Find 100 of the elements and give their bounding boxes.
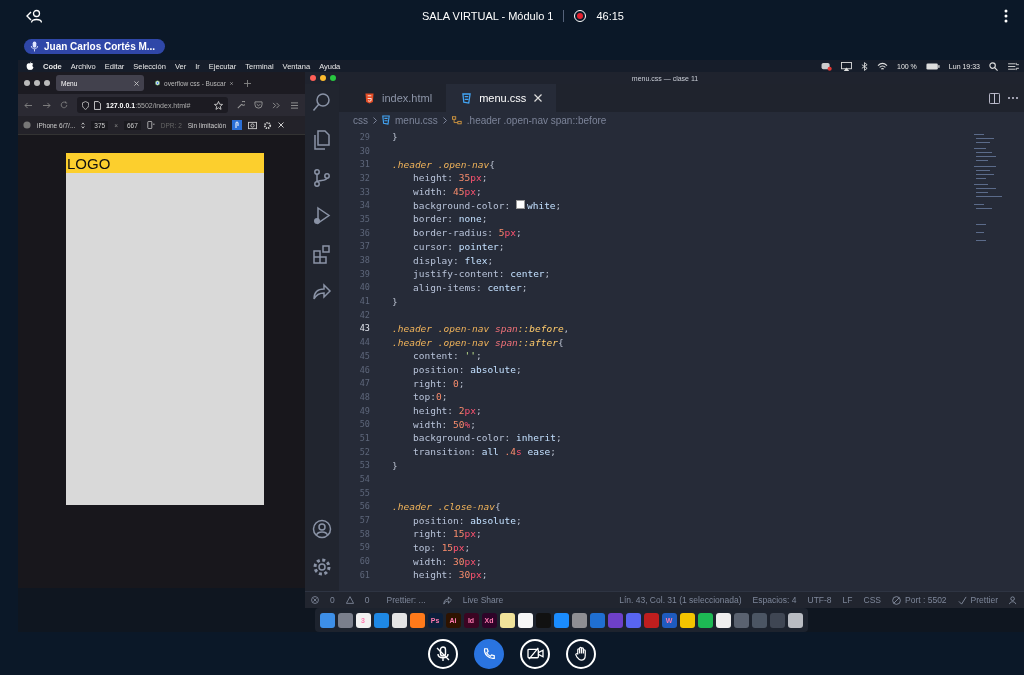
breadcrumb-item[interactable]: css [353,114,368,126]
pocket-icon[interactable] [254,101,263,109]
forward-arrow-icon[interactable] [42,101,51,109]
live-share-icon[interactable] [312,282,332,302]
wrench-icon[interactable] [237,101,245,109]
touch-icon[interactable] [232,120,243,130]
line-number: 34 [358,200,370,211]
files-icon[interactable] [312,130,332,150]
line-number: 61 [358,569,370,580]
warning-count[interactable]: 0 [364,595,370,605]
code-line: } [392,295,398,307]
more-icon[interactable] [1004,9,1008,23]
line-number: 35 [358,213,370,224]
updown-caret-icon [81,121,86,129]
error-count[interactable]: 0 [330,595,335,605]
line-number: 46 [358,364,370,375]
back-arrow-icon[interactable] [24,101,33,109]
line-number: 36 [358,227,370,238]
close-icon[interactable] [534,94,543,102]
code-line: width: 50%; [412,418,476,430]
screenshot-icon[interactable] [248,120,258,130]
control-center-icon[interactable] [1007,61,1020,71]
port-status[interactable]: Port : 5502 [905,595,947,605]
back-user-icon[interactable] [26,9,42,23]
app-icon[interactable] [391,612,407,628]
feedback-icon[interactable] [1009,595,1018,605]
camera-status-icon [821,61,832,71]
close-icon[interactable] [229,80,233,86]
chevron-icon [373,116,377,124]
app-icon[interactable] [499,612,515,628]
line-number: 56 [358,501,370,512]
breadcrumb-item[interactable]: .header .open-nav span::before [466,114,607,126]
code-line: position: absolute; [412,514,522,526]
extensions-icon[interactable] [312,244,332,264]
new-tab-icon[interactable] [244,79,251,87]
account-icon[interactable] [312,519,332,539]
bluetooth-icon [861,61,868,71]
raise-hand-button[interactable] [566,638,596,669]
search-icon[interactable] [989,61,998,71]
code-line: width: 30px; [412,555,482,567]
warning-icon [345,596,354,604]
prettier-button[interactable]: Prettier [970,595,998,605]
line-ending-status[interactable]: LF [842,595,853,605]
app-icon[interactable] [715,612,731,628]
breadcrumb-item[interactable]: menu.css [395,114,438,126]
search-icon[interactable] [312,92,332,112]
code-line: height: 2px; [412,405,482,417]
settings-icon[interactable] [312,557,332,577]
line-number: 31 [358,159,370,170]
line-number: 60 [358,556,370,567]
app-icon[interactable] [409,612,425,628]
split-editor-icon[interactable] [989,92,1000,104]
code-line: } [392,131,398,143]
code-line: background-color: inherit; [412,432,562,444]
code-line: transition: all .4s ease; [412,446,557,458]
chevron-icon [442,116,447,124]
editor-tab[interactable]: menu.css [446,84,557,112]
cursor-position[interactable]: Lín. 43, Col. 31 (1 seleccionada) [619,595,742,605]
code-line: .header .open-nav span::before, [392,322,570,334]
close-icon[interactable] [134,80,139,86]
live-share-button[interactable]: Live Share [462,595,504,605]
camera-button[interactable] [520,638,550,669]
app-icon[interactable] [787,612,803,628]
line-number: 58 [358,528,370,539]
hang-up-button[interactable] [474,638,504,669]
run-debug-icon[interactable] [312,206,332,226]
line-number: 42 [358,309,370,320]
window-controls-icon[interactable] [24,80,50,86]
star-icon[interactable] [214,100,223,110]
source-control-icon[interactable] [312,168,332,188]
line-number: 53 [358,460,370,471]
line-number: 39 [358,268,370,279]
indentation-status[interactable]: Espacios: 4 [752,595,797,605]
code-line: display: flex; [412,254,494,266]
editor-tab[interactable]: index.html [339,84,447,112]
line-number: 40 [358,282,370,293]
apple-icon[interactable] [26,61,34,71]
reload-icon[interactable] [60,101,68,109]
app-icon[interactable] [679,612,695,628]
phone-icon [482,646,496,661]
close-icon[interactable] [278,122,285,128]
rotate-icon[interactable] [146,121,155,129]
prettier-status[interactable]: Prettier: ... [386,595,426,605]
language-status[interactable]: CSS [863,595,881,605]
code-line: } [392,459,398,471]
code-line: .header .open-nav{ [392,158,495,170]
menu-icon[interactable] [290,101,299,109]
chevrons-icon[interactable] [272,101,281,109]
window-controls-icon[interactable] [310,75,336,81]
line-number: 38 [358,255,370,266]
encoding-status[interactable]: UTF-8 [807,595,832,605]
css-file-icon [382,115,390,125]
line-number: 37 [358,241,370,252]
line-number: 54 [358,474,370,485]
live-share-icon[interactable] [442,595,452,605]
app-icon[interactable] [697,612,713,628]
settings-icon[interactable] [263,120,273,130]
code-line: border: none; [412,213,488,225]
app-icon[interactable] [517,612,533,628]
mute-button[interactable] [428,638,458,669]
